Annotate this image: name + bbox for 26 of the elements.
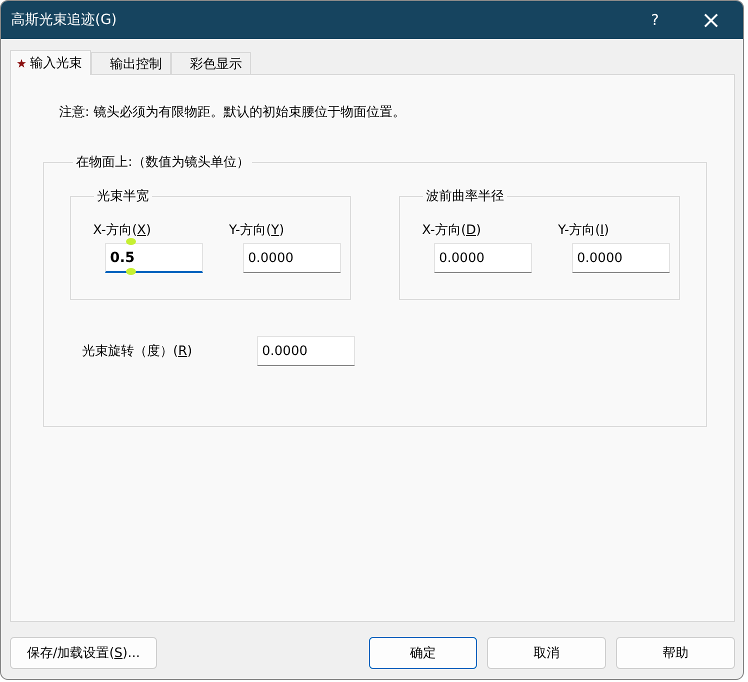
note-text: 注意: 镜头必须为有限物距。默认的初始束腰位于物面位置。: [59, 104, 407, 121]
group-title: 光束半宽: [96, 188, 150, 205]
field-label: X-方向(X): [93, 222, 152, 239]
input-field[interactable]: 0.0000: [434, 243, 532, 273]
input-field[interactable]: 0.0000: [257, 336, 355, 366]
dialog-button[interactable]: 取消: [487, 637, 606, 669]
input-field[interactable]: 0.0000: [243, 243, 341, 273]
help-button[interactable]: ?: [627, 1, 683, 39]
dialog-button[interactable]: 保存/加载设置(S)...: [10, 637, 157, 669]
input-field[interactable]: 0.5: [105, 243, 203, 273]
field-label: Y-方向(Y): [229, 222, 286, 239]
tab[interactable]: 输出控制: [91, 52, 171, 74]
selection-handle-icon[interactable]: [126, 238, 136, 245]
input-field[interactable]: 0.0000: [572, 243, 670, 273]
dialog-button[interactable]: 帮助: [616, 637, 735, 669]
selection-handle-icon[interactable]: [126, 268, 136, 275]
tab[interactable]: 彩色显示: [171, 52, 251, 74]
window-title: 高斯光束追迹(G): [10, 11, 118, 29]
field-label: 光束旋转（度）(R): [82, 343, 194, 360]
tab[interactable]: 输入光束: [10, 50, 91, 75]
group-title: 在物面上:（数值为镜头单位）: [75, 154, 250, 171]
field-label: Y-方向(I): [558, 222, 610, 239]
field-label: X-方向(D): [422, 222, 482, 239]
close-button[interactable]: ×: [683, 1, 739, 39]
group-title: 波前曲率半径: [425, 188, 505, 205]
dialog-button[interactable]: 确定: [368, 637, 478, 669]
